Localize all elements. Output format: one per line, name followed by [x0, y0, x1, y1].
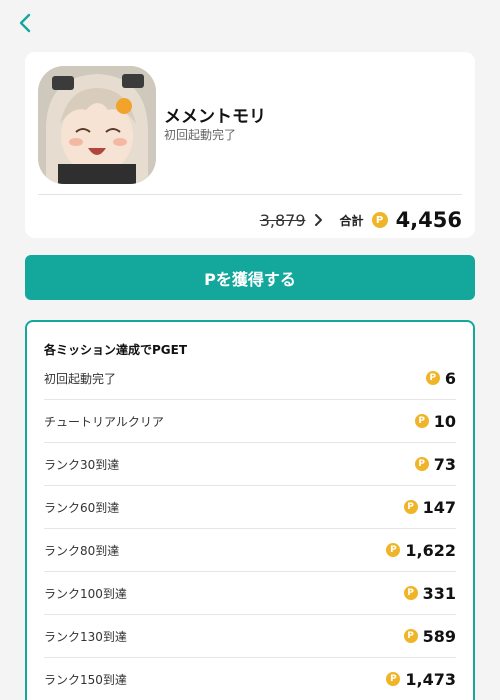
mission-label: チュートリアルクリア — [44, 414, 164, 429]
mission-label: ランク80到達 — [44, 543, 120, 558]
app-status: 初回起動完了 — [164, 128, 237, 142]
mission-points: P 1,622 — [386, 541, 456, 560]
list-item: チュートリアルクリア P 10 — [44, 400, 456, 443]
mission-panel: 各ミッション達成でPGET 初回起動完了 P 6 チュートリアルクリア P 10… — [25, 320, 475, 700]
list-item: ランク100到達 P 331 — [44, 572, 456, 615]
back-button[interactable] — [10, 8, 40, 38]
list-item: ランク30到達 P 73 — [44, 443, 456, 486]
list-item: 初回起動完了 P 6 — [44, 357, 456, 400]
mission-label: ランク30到達 — [44, 457, 120, 472]
previous-points: 3,879 — [259, 210, 306, 230]
divider — [38, 194, 462, 195]
mission-label: ランク130到達 — [44, 629, 127, 644]
coin-icon: P — [425, 371, 440, 385]
app-icon — [38, 66, 156, 184]
total-points: 4,456 — [395, 208, 462, 232]
page: メメントモリ 初回起動完了 3,879 合計 P 4,456 Pを獲得する 各ミ… — [0, 0, 500, 700]
list-item: ランク150到達 P 1,473 — [44, 658, 456, 700]
mission-list: 初回起動完了 P 6 チュートリアルクリア P 10 ランク30到達 P 73 — [44, 357, 456, 700]
mission-points: P 6 — [425, 368, 456, 388]
points-summary: 3,879 合計 P 4,456 — [260, 204, 462, 236]
mission-value: 331 — [422, 583, 456, 603]
list-item: ランク130到達 P 589 — [44, 615, 456, 658]
app-name: メメントモリ — [164, 107, 266, 127]
coin-icon: P — [403, 500, 418, 514]
app-card: メメントモリ 初回起動完了 3,879 合計 P 4,456 — [25, 52, 475, 238]
mission-value: 10 — [433, 411, 456, 431]
coin-icon: P — [371, 212, 388, 228]
chevron-left-icon — [19, 13, 31, 33]
mission-value: 147 — [422, 497, 456, 517]
mission-points: P 331 — [403, 583, 456, 603]
total-label: 合計 — [339, 213, 364, 228]
mission-label: ランク150到達 — [44, 672, 127, 687]
mission-value: 1,622 — [405, 540, 456, 560]
list-item: ランク80到達 P 1,622 — [44, 529, 456, 572]
mission-points: P 147 — [403, 497, 456, 517]
chevron-right-icon — [314, 213, 328, 227]
coin-icon: P — [386, 672, 401, 686]
mission-value: 589 — [422, 626, 456, 646]
coin-icon: P — [386, 543, 401, 557]
mission-points: P 1,473 — [386, 670, 456, 689]
coin-icon: P — [403, 586, 418, 600]
mission-value: 6 — [444, 368, 456, 388]
mission-points: P 73 — [414, 454, 456, 474]
coin-icon: P — [414, 414, 429, 428]
coin-icon: P — [414, 457, 429, 471]
mission-value: 1,473 — [405, 669, 456, 689]
list-item: ランク60到達 P 147 — [44, 486, 456, 529]
get-points-button[interactable]: Pを獲得する — [25, 255, 475, 300]
mission-label: ランク60到達 — [44, 500, 120, 515]
mission-points: P 10 — [414, 411, 456, 431]
coin-icon: P — [403, 629, 418, 643]
mission-points: P 589 — [403, 626, 456, 646]
mission-value: 73 — [433, 454, 456, 474]
mission-label: 初回起動完了 — [44, 371, 117, 386]
mission-label: ランク100到達 — [44, 586, 127, 601]
mission-title: 各ミッション達成でPGET — [44, 343, 188, 357]
